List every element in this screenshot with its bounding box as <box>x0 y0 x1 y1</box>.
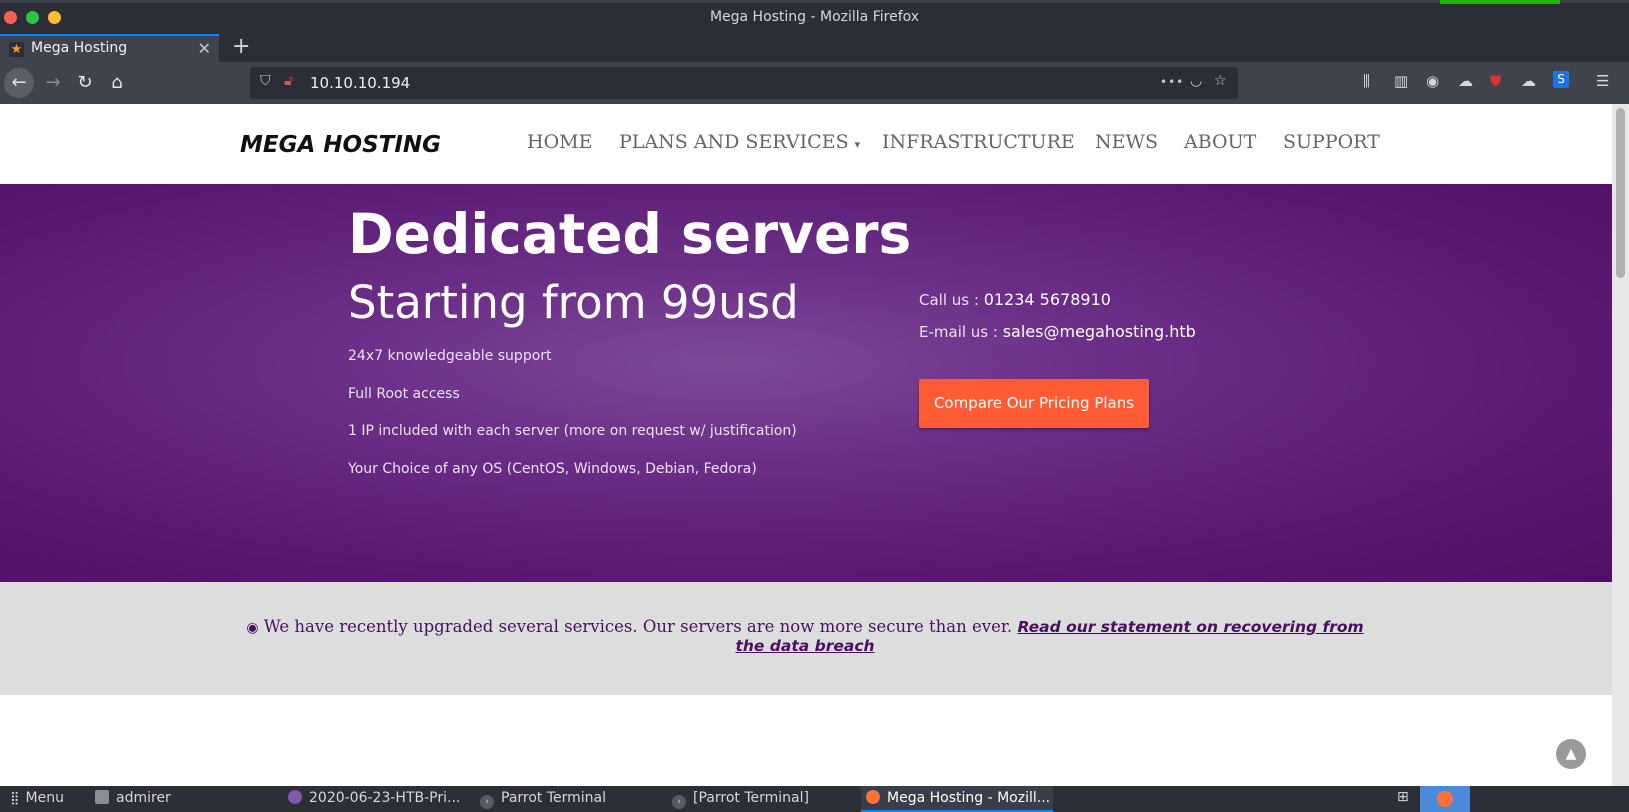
url-bar[interactable]: ⛉ 🔓︎ 10.10.10.194 ••• ◡ ☆ <box>250 67 1238 99</box>
email-value[interactable]: sales@megahosting.htb <box>1003 322 1196 341</box>
reload-button[interactable]: ↻ <box>70 68 100 98</box>
window-title: Mega Hosting - Mozilla Firefox <box>709 9 920 25</box>
feature-item: Full Root access <box>348 386 460 402</box>
taskbar-item-firefox-active[interactable]: Mega Hosting - Mozill... <box>861 786 1053 812</box>
folder-icon <box>95 790 109 804</box>
phone-value: 01234 5678910 <box>983 290 1111 309</box>
scrollbar-thumb[interactable] <box>1616 108 1625 278</box>
url-input[interactable]: 10.10.10.194 <box>310 74 410 92</box>
feature-item: Your Choice of any OS (CentOS, Windows, … <box>348 461 757 477</box>
start-menu-button[interactable]: ⣿ Menu <box>10 790 64 806</box>
taskbar-item-parrot-terminal[interactable]: › Parrot Terminal <box>480 790 606 809</box>
terminal-icon: › <box>672 795 686 809</box>
tray-indicator <box>1440 0 1560 4</box>
account-icon[interactable]: ◉ <box>1426 72 1439 90</box>
tray-firefox[interactable] <box>1420 786 1470 812</box>
firefox-tray-icon <box>1437 791 1453 807</box>
taskbar-item-document[interactable]: 2020-06-23-HTB-Pri... <box>288 790 460 806</box>
workspace-icon[interactable]: ⊞ <box>1397 789 1417 809</box>
taskbar-label: Parrot Terminal <box>501 790 607 806</box>
close-tab-icon[interactable]: ✕ <box>198 39 211 58</box>
forward-button[interactable]: → <box>38 68 68 98</box>
new-tab-button[interactable]: + <box>232 34 250 59</box>
menu-infrastructure[interactable]: INFRASTRUCTURE <box>882 131 1075 153</box>
extension-cloud-icon[interactable]: ☁ <box>1458 72 1473 90</box>
extension-cloud2-icon[interactable]: ☁ <box>1521 72 1536 90</box>
contact-phone: Call us : 01234 5678910 <box>919 290 1111 309</box>
menu-about[interactable]: ABOUT <box>1184 131 1256 153</box>
scroll-to-top-button[interactable]: ▲ <box>1556 739 1586 769</box>
taskbar-item-parrot-terminal-2[interactable]: › [Parrot Terminal] <box>672 790 809 809</box>
menu-support[interactable]: SUPPORT <box>1283 131 1380 153</box>
start-menu-label: Menu <box>25 790 64 806</box>
tab-mega-hosting[interactable]: ★ Mega Hosting ✕ <box>0 34 219 62</box>
taskbar-firefox-entry: Mega Hosting - Mozill... <box>866 790 1050 806</box>
os-taskbar: ⣿ Menu admirer 2020-06-23-HTB-Pri... › Par… <box>0 786 1629 812</box>
upgrade-notice: ◉ We have recently upgraded several serv… <box>0 582 1612 695</box>
tab-label: Mega Hosting <box>31 40 128 56</box>
shield-icon[interactable]: ⛉ <box>260 73 271 89</box>
contact-email: E-mail us : sales@megahosting.htb <box>919 322 1196 341</box>
taskbar-label: [Parrot Terminal] <box>693 790 809 806</box>
hero-banner: Dedicated servers Starting from 99usd 24… <box>0 184 1612 582</box>
star-favicon-icon: ★ <box>9 42 24 57</box>
web-page: MEGA HOSTING HOME PLANS AND SERVICES ▾ I… <box>0 104 1612 786</box>
grid-menu-icon: ⣿ <box>10 791 20 806</box>
compare-pricing-button[interactable]: Compare Our Pricing Plans <box>919 379 1149 428</box>
taskbar-label: admirer <box>116 790 171 806</box>
email-label: E-mail us : <box>919 323 1003 341</box>
terminal-icon: › <box>480 795 494 809</box>
taskbar-item-admirer[interactable]: admirer <box>95 790 171 806</box>
menu-home[interactable]: HOME <box>527 131 592 153</box>
home-button[interactable]: ⌂ <box>102 68 132 98</box>
back-button[interactable]: ← <box>4 68 34 98</box>
menu-plans-and-services[interactable]: PLANS AND SERVICES ▾ <box>619 131 860 153</box>
bookmark-star-icon[interactable]: ☆ <box>1214 73 1227 89</box>
navigation-toolbar: ← → ↻ ⌂ ⛉ 🔓︎ 10.10.10.194 ••• ◡ ☆ ⫼ ▥ ◉ … <box>0 62 1629 104</box>
extension-s-icon[interactable]: S <box>1553 71 1569 88</box>
notice-text-block: ◉ We have recently upgraded several serv… <box>230 617 1380 656</box>
feature-item: 1 IP included with each server (more on … <box>348 423 797 439</box>
page-scrollbar[interactable] <box>1612 104 1629 786</box>
document-icon <box>288 790 302 804</box>
rss-icon: ◉ <box>246 620 259 636</box>
ublock-icon[interactable]: ⛊ <box>1490 72 1501 90</box>
taskbar-label: 2020-06-23-HTB-Pri... <box>309 790 461 806</box>
dropdown-caret-icon: ▾ <box>854 138 861 151</box>
hamburger-menu-icon[interactable]: ☰ <box>1596 72 1609 90</box>
sidebar-icon[interactable]: ▥ <box>1394 72 1408 90</box>
pocket-icon[interactable]: ◡ <box>1190 73 1202 89</box>
tab-strip: ★ Mega Hosting ✕ + <box>0 34 1629 62</box>
library-icon[interactable]: ⫼ <box>1363 72 1370 90</box>
menu-plans-label: PLANS AND SERVICES <box>619 131 849 153</box>
menu-news[interactable]: NEWS <box>1095 131 1158 153</box>
site-logo[interactable]: MEGA HOSTING <box>240 132 441 158</box>
notice-text: We have recently upgraded several servic… <box>263 617 1013 636</box>
feature-item: 24x7 knowledgeable support <box>348 348 552 364</box>
hero-title: Dedicated servers <box>348 202 912 266</box>
site-header: MEGA HOSTING HOME PLANS AND SERVICES ▾ I… <box>0 104 1612 184</box>
insecure-lock-icon[interactable]: 🔓︎ <box>284 73 293 89</box>
phone-label: Call us : <box>919 291 984 309</box>
page-actions-icon[interactable]: ••• <box>1160 75 1184 89</box>
firefox-icon <box>866 790 880 804</box>
window-titlebar: Mega Hosting - Mozilla Firefox <box>0 0 1629 34</box>
top-strip <box>0 0 1629 3</box>
hero-subtitle: Starting from 99usd <box>348 276 799 329</box>
taskbar-label: Mega Hosting - Mozill... <box>887 790 1051 806</box>
